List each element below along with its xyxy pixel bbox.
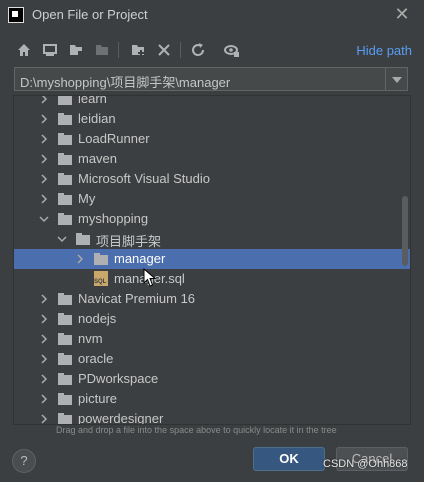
tree-row[interactable]: picture bbox=[14, 389, 410, 409]
tree-row[interactable]: learn bbox=[14, 95, 410, 109]
hide-path-link[interactable]: Hide path bbox=[356, 43, 412, 58]
tree-row[interactable]: maven bbox=[14, 149, 410, 169]
chevron-right-icon[interactable] bbox=[38, 173, 50, 185]
chevron-right-icon[interactable] bbox=[38, 353, 50, 365]
intellij-app-icon bbox=[8, 7, 24, 23]
tree-item-label: picture bbox=[78, 391, 118, 406]
drag-drop-hint: Drag and drop a file into the space abov… bbox=[56, 425, 337, 435]
folder-icon bbox=[58, 413, 72, 424]
chevron-right-icon[interactable] bbox=[38, 153, 50, 165]
tree-item-label: My bbox=[78, 191, 96, 206]
folder-icon bbox=[58, 173, 72, 185]
tree-item-label: manager bbox=[114, 251, 166, 266]
tree-row[interactable]: leidian bbox=[14, 109, 410, 129]
tree-item-label: nodejs bbox=[78, 311, 117, 326]
chevron-right-icon[interactable] bbox=[74, 253, 86, 265]
chevron-right-icon[interactable] bbox=[38, 393, 50, 405]
toolbar-separator bbox=[118, 42, 119, 58]
folder-icon bbox=[58, 393, 72, 405]
tree-row[interactable]: SQLmanager.sql bbox=[14, 269, 410, 289]
folder-icon bbox=[58, 113, 72, 125]
window-title: Open File or Project bbox=[32, 7, 148, 22]
tree-row[interactable]: oracle bbox=[14, 349, 410, 369]
tree-item-label: myshopping bbox=[78, 211, 149, 226]
chevron-right-icon[interactable] bbox=[38, 133, 50, 145]
tree-row[interactable]: powerdesigner bbox=[14, 409, 410, 425]
folder-icon bbox=[76, 233, 90, 245]
close-icon[interactable]: ✕ bbox=[392, 4, 412, 25]
tree-item-label: oracle bbox=[78, 351, 114, 366]
tree-item-label: LoadRunner bbox=[78, 131, 150, 146]
tree-row[interactable]: Microsoft Visual Studio bbox=[14, 169, 410, 189]
tree-item-label: 项目脚手架 bbox=[96, 234, 162, 249]
tree-item-label: Navicat Premium 16 bbox=[78, 291, 196, 306]
tree-item-label: Microsoft Visual Studio bbox=[78, 171, 210, 186]
chevron-down-icon[interactable] bbox=[385, 68, 407, 90]
ok-button[interactable]: OK bbox=[253, 447, 325, 471]
folder-icon bbox=[58, 353, 72, 365]
show-hidden-icon[interactable] bbox=[222, 40, 242, 60]
chevron-right-icon[interactable] bbox=[38, 413, 50, 424]
title-bar: Open File or Project ✕ bbox=[0, 0, 424, 30]
chevron-right-icon[interactable] bbox=[38, 293, 50, 305]
folder-icon bbox=[58, 193, 72, 205]
tree-row[interactable]: myshopping bbox=[14, 209, 410, 229]
tree-item-label: maven bbox=[78, 151, 118, 166]
chevron-down-icon[interactable] bbox=[56, 233, 68, 245]
tree-row[interactable]: nodejs bbox=[14, 309, 410, 329]
delete-icon[interactable] bbox=[154, 40, 174, 60]
toolbar-separator bbox=[180, 42, 181, 58]
tree-row[interactable]: My bbox=[14, 189, 410, 209]
folder-icon bbox=[94, 253, 108, 265]
folder-icon bbox=[58, 213, 72, 225]
home-icon[interactable] bbox=[14, 40, 34, 60]
tree-item-label: powerdesigner bbox=[78, 411, 164, 425]
folder-icon bbox=[58, 293, 72, 305]
folder-icon bbox=[58, 373, 72, 385]
desktop-icon[interactable] bbox=[40, 40, 60, 60]
project-folder-icon[interactable] bbox=[66, 40, 86, 60]
chevron-right-icon[interactable] bbox=[38, 113, 50, 125]
folder-icon bbox=[58, 313, 72, 325]
path-field[interactable]: D:\myshopping\项目脚手架\manager bbox=[14, 67, 408, 91]
help-button[interactable]: ? bbox=[12, 449, 36, 473]
tree-row[interactable]: PDworkspace bbox=[14, 369, 410, 389]
chevron-right-icon[interactable] bbox=[38, 373, 50, 385]
mouse-cursor-icon bbox=[143, 268, 157, 287]
folder-icon bbox=[58, 333, 72, 345]
tree-row[interactable]: 项目脚手架 bbox=[14, 229, 410, 249]
tree-row[interactable]: LoadRunner bbox=[14, 129, 410, 149]
tree-item-label: PDworkspace bbox=[78, 371, 159, 386]
chevron-right-icon[interactable] bbox=[38, 193, 50, 205]
chevron-right-icon[interactable] bbox=[38, 96, 50, 105]
folder-icon bbox=[58, 96, 72, 105]
chevron-down-icon[interactable] bbox=[38, 213, 50, 225]
chevron-right-icon[interactable] bbox=[38, 313, 50, 325]
tree-row[interactable]: nvm bbox=[14, 329, 410, 349]
new-folder-icon[interactable] bbox=[128, 40, 148, 60]
file-tree[interactable]: learn leidian LoadRunner maven Microsoft Vis… bbox=[13, 95, 411, 425]
tree-item-label: learn bbox=[78, 95, 107, 106]
tree-scrollbar[interactable] bbox=[402, 196, 408, 266]
module-folder-icon[interactable] bbox=[92, 40, 112, 60]
sql-file-icon: SQL bbox=[94, 271, 108, 286]
refresh-icon[interactable] bbox=[188, 40, 208, 60]
folder-icon bbox=[58, 133, 72, 145]
tree-row[interactable]: Navicat Premium 16 bbox=[14, 289, 410, 309]
folder-icon bbox=[58, 153, 72, 165]
tree-row[interactable]: manager bbox=[14, 249, 410, 269]
watermark: CSDN @Ohh868 bbox=[323, 458, 408, 470]
tree-item-label: nvm bbox=[78, 331, 103, 346]
path-input[interactable]: D:\myshopping\项目脚手架\manager bbox=[20, 72, 230, 91]
chevron-right-icon[interactable] bbox=[38, 333, 50, 345]
tree-item-label: leidian bbox=[78, 111, 116, 126]
